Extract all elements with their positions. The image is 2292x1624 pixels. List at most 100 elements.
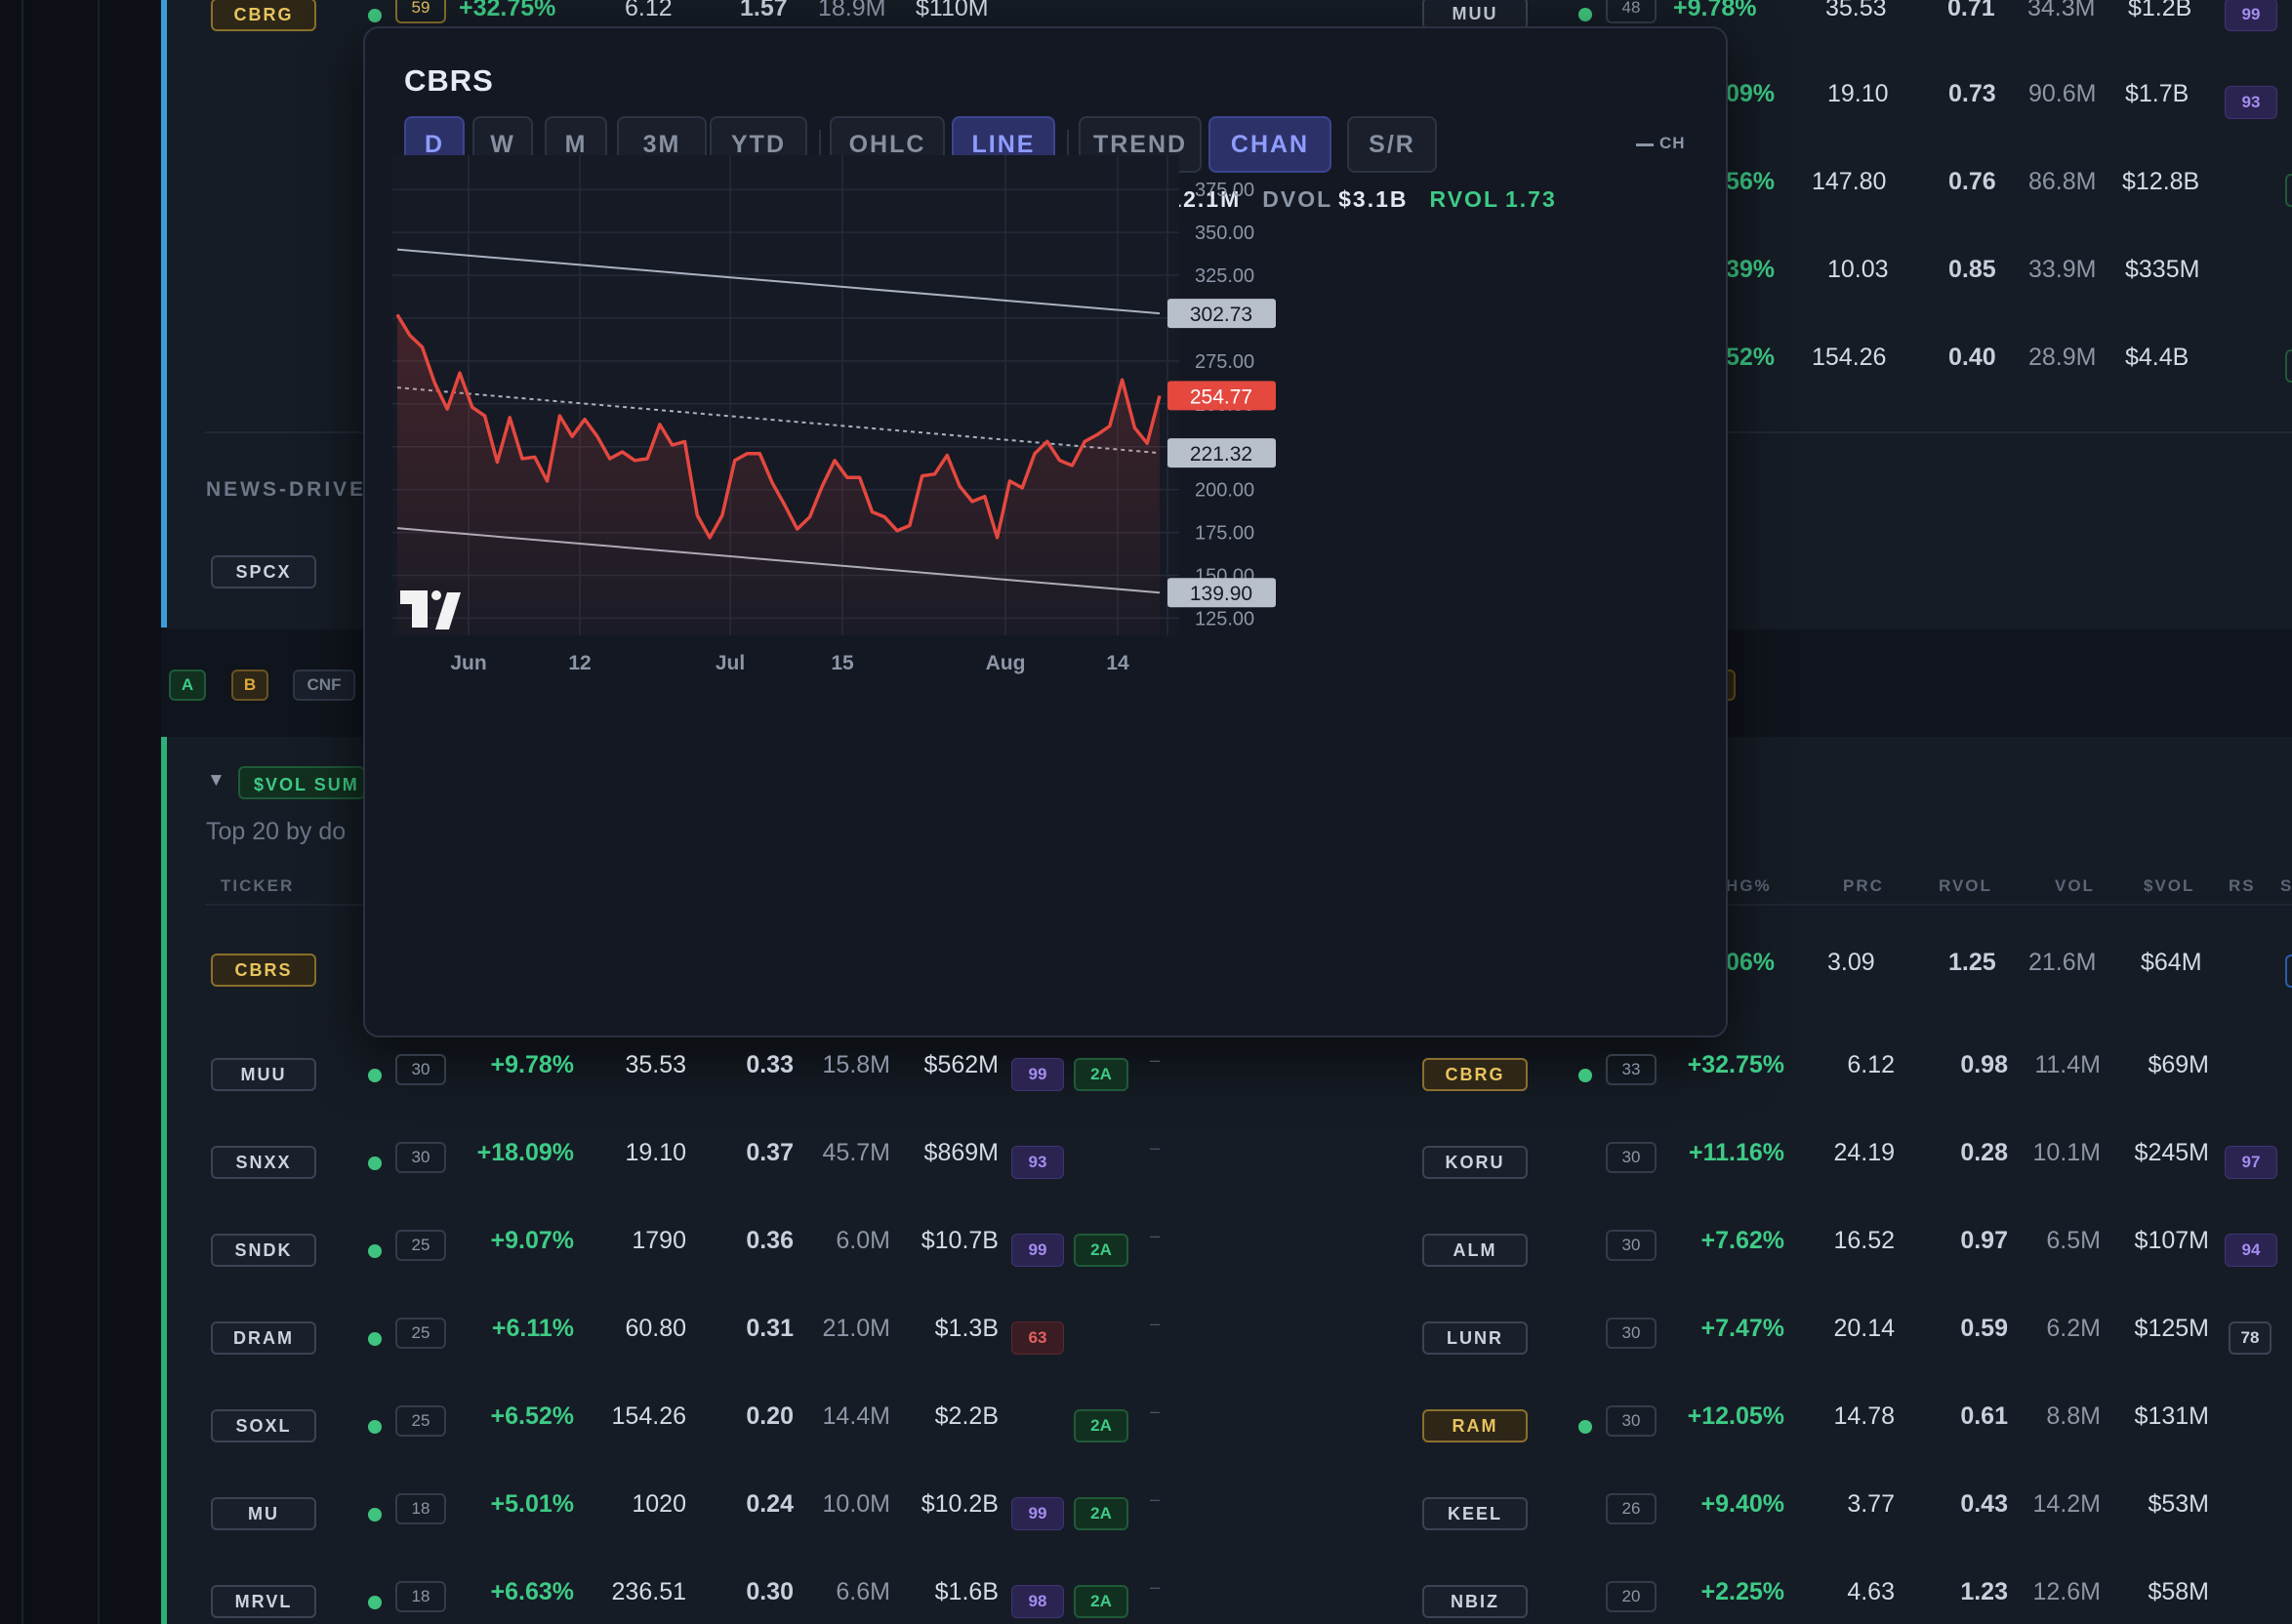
rvol-value: 0.98 (1960, 1051, 2008, 1078)
rank-badge: 25 (395, 1405, 446, 1437)
price-chart[interactable]: Jun12Jul15Aug14375.00350.00325.00300.002… (365, 28, 1730, 1039)
rank-badge: 18 (395, 1493, 446, 1524)
x-tick-label: Jul (716, 652, 745, 674)
vol-value: 10.0M (822, 1490, 890, 1518)
vol-value: 8.8M (2046, 1402, 2101, 1430)
rs-value: 97 (2241, 1153, 2261, 1171)
ticker-chip[interactable]: SNDK (211, 1234, 316, 1267)
prc-value: 60.80 (625, 1315, 686, 1342)
rvol-value: 0.36 (746, 1227, 794, 1254)
chg-value: +6.11% (491, 1315, 574, 1342)
rank-value: 48 (1621, 0, 1641, 17)
rank-value: 25 (411, 1323, 430, 1342)
ticker-chip[interactable]: KEEL (1422, 1497, 1528, 1530)
header-prc[interactable]: PRC (1843, 876, 1884, 896)
rs-badge: 99 (2225, 0, 2277, 31)
ticker-label: MUU (1452, 3, 1498, 23)
y-tick-label: 375.00 (1195, 180, 1254, 201)
rs-value: 93 (1028, 1153, 1047, 1171)
vol-value: 11.4M (2034, 1051, 2101, 1078)
vol-value: 14.2M (2032, 1490, 2101, 1518)
chip-label: CNF (307, 675, 342, 694)
ticker-chip[interactable]: SNXX (211, 1146, 316, 1179)
vol-sum-tag[interactable]: $VOL SUM (238, 766, 365, 799)
chart-popup[interactable]: CBRS D W M 3M YTD OHLC LINE TREND CHAN S… (363, 26, 1728, 1037)
header-rs[interactable]: RS (2229, 876, 2256, 896)
filter-chip-b[interactable]: B (231, 670, 268, 701)
rank-badge: 25 (395, 1318, 446, 1349)
ticker-chip[interactable]: KORU (1422, 1146, 1528, 1179)
price-tag-label: 254.77 (1190, 386, 1252, 408)
chg-value: 39% (1726, 256, 1776, 283)
price-tag-label: 139.90 (1190, 583, 1252, 605)
prc-value: 154.26 (1812, 344, 1887, 371)
ticker-chip[interactable]: DRAM (211, 1321, 316, 1355)
dvol-value: $562M (923, 1051, 999, 1078)
ticker-label: NBIZ (1451, 1591, 1499, 1611)
rank-badge: 59 (395, 0, 446, 23)
dvol-value: $335M (2125, 256, 2200, 283)
chg-value: +32.75% (1687, 1051, 1784, 1078)
header-s[interactable]: S (2280, 876, 2292, 896)
gutter-line (98, 0, 100, 1624)
ticker-chip[interactable]: MUU (211, 1058, 316, 1091)
tag-value: 2A (1090, 1416, 1112, 1435)
y-tick-label: 125.00 (1195, 608, 1254, 629)
ticker-chip[interactable]: LUNR (1422, 1321, 1528, 1355)
chg-value: +32.75% (459, 0, 556, 21)
header-ticker[interactable]: TICKER (221, 876, 294, 896)
rank-value: 30 (411, 1148, 430, 1166)
header-chg[interactable]: HG% (1726, 876, 1772, 896)
rvol-value: 0.85 (1948, 256, 1996, 283)
vol-value: 45.7M (822, 1139, 890, 1166)
prc-value: 147.80 (1812, 168, 1887, 195)
ticker-chip[interactable]: MU (211, 1497, 316, 1530)
rank-badge: 25 (395, 1230, 446, 1261)
header-rvol[interactable]: RVOL (1939, 876, 1992, 896)
rvol-value: 1.23 (1960, 1578, 2008, 1605)
prc-value: 1020 (632, 1490, 686, 1518)
ticker-chip[interactable]: CBRG (211, 0, 316, 31)
filter-chip-a[interactable]: A (169, 670, 206, 701)
filter-chip-cnf[interactable]: CNF (293, 670, 355, 701)
rs-value: 93 (2241, 93, 2261, 111)
status-dot (368, 1596, 382, 1609)
vol-value: 15.8M (822, 1051, 890, 1078)
vol-value: 6.6M (836, 1578, 890, 1605)
ticker-label: SOXL (235, 1415, 292, 1436)
ticker-chip[interactable]: SOXL (211, 1409, 316, 1442)
chg-value: +5.01% (490, 1490, 575, 1518)
empty-cell: – (1150, 1314, 1161, 1333)
collapse-toggle-icon[interactable]: ▼ (207, 770, 225, 792)
x-tick-label: 12 (568, 652, 591, 674)
ticker-label: SNXX (235, 1152, 292, 1172)
ticker-chip[interactable]: SPCX (211, 555, 316, 589)
chg-value: 06% (1726, 949, 1776, 976)
vol-value: 86.8M (2028, 168, 2097, 195)
ticker-chip[interactable]: CBRG (1422, 1058, 1528, 1091)
ticker-label: KEEL (1447, 1503, 1502, 1523)
ticker-chip[interactable]: CBRS (211, 954, 316, 987)
ticker-label: MU (248, 1503, 279, 1523)
ticker-label: DRAM (233, 1327, 294, 1348)
rank-badge: 30 (1606, 1318, 1657, 1349)
ticker-chip[interactable]: NBIZ (1422, 1585, 1528, 1618)
left-gutter (0, 0, 161, 1624)
y-tick-label: 325.00 (1195, 265, 1254, 287)
rs-value: 99 (1028, 1065, 1047, 1083)
rs-value: 99 (1028, 1504, 1047, 1522)
chg-value: +18.09% (476, 1139, 574, 1166)
vol-value: 6.5M (2046, 1227, 2101, 1254)
ticker-chip[interactable]: RAM (1422, 1409, 1528, 1442)
header-vol[interactable]: VOL (2055, 876, 2095, 896)
vol-value: 10.1M (2032, 1139, 2101, 1166)
rank-badge: 26 (1606, 1493, 1657, 1524)
ticker-chip[interactable]: ALM (1422, 1234, 1528, 1267)
ticker-label: ALM (1453, 1239, 1497, 1260)
rank-badge: 18 (395, 1581, 446, 1612)
ticker-chip[interactable]: MRVL (211, 1585, 316, 1618)
rank-value: 20 (1621, 1587, 1641, 1605)
chip-label: A (181, 675, 194, 694)
setup-tag-badge: 2A (1074, 1585, 1128, 1618)
header-dvol[interactable]: $VOL (2144, 876, 2194, 896)
